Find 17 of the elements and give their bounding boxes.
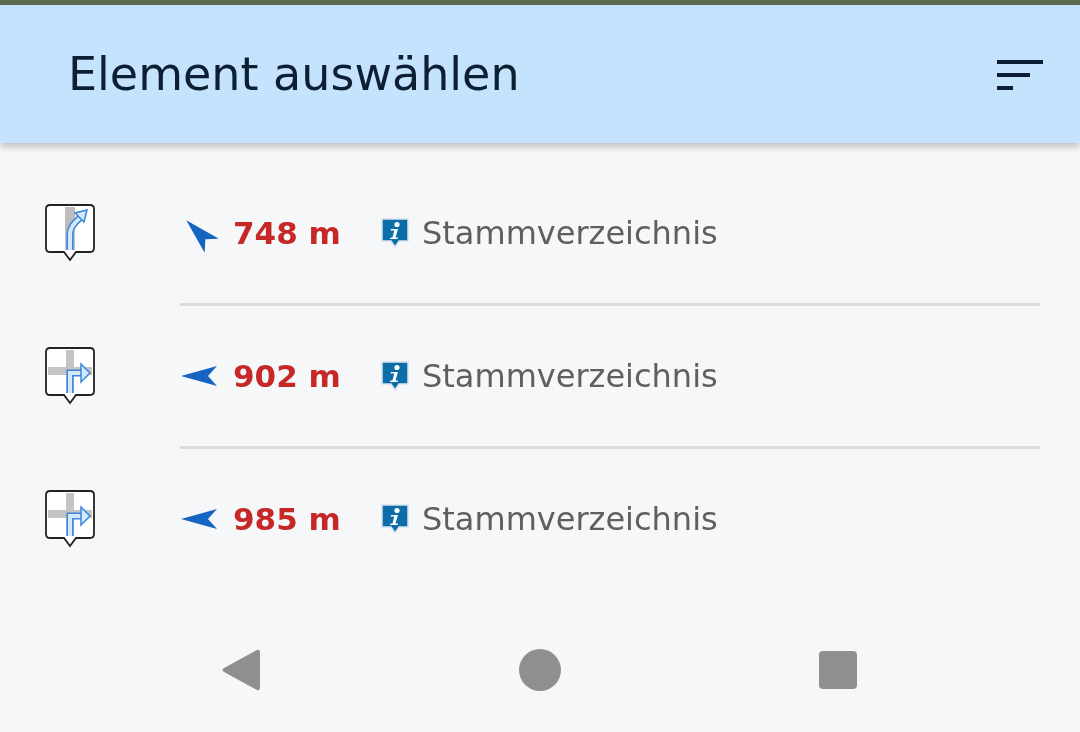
distance-label: 902 m	[233, 358, 342, 394]
sort-icon	[997, 60, 1043, 90]
distance-label: 748 m	[233, 215, 342, 251]
screen-title: Element auswählen	[68, 47, 520, 101]
sort-button[interactable]	[997, 60, 1043, 90]
info-icon	[380, 360, 410, 392]
distance-label: 985 m	[233, 501, 342, 537]
list-item[interactable]: 985 m Stammverzeichnis	[0, 449, 1080, 592]
home-icon[interactable]	[519, 649, 561, 691]
list-item[interactable]: 902 m Stammverzeichnis	[0, 306, 1080, 449]
list-item[interactable]: 748 m Stammverzeichnis	[0, 163, 1080, 306]
back-icon[interactable]	[221, 648, 261, 692]
info-icon	[380, 503, 410, 535]
source-label: Stammverzeichnis	[422, 214, 718, 252]
source-label: Stammverzeichnis	[422, 500, 718, 538]
source-label: Stammverzeichnis	[422, 357, 718, 395]
info-icon	[380, 217, 410, 249]
